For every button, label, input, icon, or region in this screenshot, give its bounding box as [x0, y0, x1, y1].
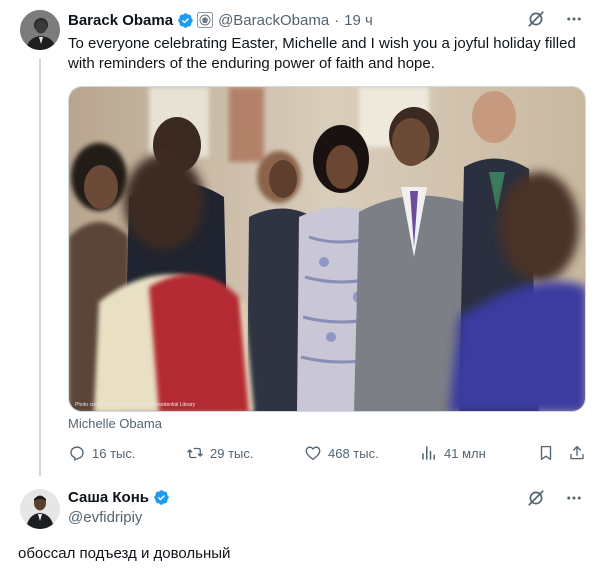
tweet-header-actions — [527, 10, 583, 28]
tweet-photo[interactable]: Photo credit: Pete Souza / Obama Preside… — [68, 86, 586, 412]
more-icon[interactable] — [565, 489, 583, 512]
repost-count: 29 тыс. — [210, 445, 254, 461]
reply-header: Саша Конь — [68, 489, 170, 506]
like-icon — [304, 444, 328, 462]
more-icon[interactable] — [565, 10, 583, 28]
bookmark-icon — [537, 444, 561, 462]
reply-author-name[interactable]: Саша Конь — [68, 489, 149, 506]
like-count: 468 тыс. — [328, 445, 379, 461]
share-icon — [568, 444, 592, 462]
views-count: 41 млн — [444, 445, 486, 461]
grok-icon[interactable] — [527, 10, 545, 28]
author-avatar[interactable] — [20, 10, 60, 50]
tweet-header: Barack Obama @BarackObama · 19 ч — [68, 10, 373, 30]
verified-badge-icon — [177, 12, 194, 29]
author-name[interactable]: Barack Obama — [68, 12, 173, 29]
like-button[interactable]: 468 тыс. — [304, 444, 379, 462]
government-seal-icon — [197, 12, 214, 28]
verified-badge-icon — [153, 489, 170, 506]
reply-count: 16 тыс. — [92, 445, 136, 461]
reply-icon — [68, 444, 92, 462]
separator-dot: · — [334, 11, 340, 29]
repost-button[interactable]: 29 тыс. — [186, 444, 253, 462]
thread-connector-line — [39, 58, 41, 476]
media-caption[interactable]: Michelle Obama — [68, 416, 162, 431]
grok-icon[interactable] — [527, 489, 545, 512]
views-icon — [420, 444, 444, 462]
reply-author-avatar[interactable] — [20, 489, 60, 529]
reply-header-actions — [527, 489, 583, 512]
tweet-action-bar: 16 тыс. 29 тыс. 468 тыс. 41 млн — [68, 444, 586, 466]
tweet-text: To everyone celebrating Easter, Michelle… — [68, 35, 576, 72]
share-button[interactable] — [568, 444, 592, 462]
tweet-timestamp[interactable]: 19 ч — [344, 12, 373, 29]
bookmark-button[interactable] — [537, 444, 561, 462]
repost-icon — [186, 444, 210, 462]
reply-author-handle[interactable]: @evfidripiy — [68, 509, 142, 526]
photo-credit: Photo credit: Pete Souza / Obama Preside… — [75, 402, 196, 408]
reply-text: обоссал подъезд и довольный — [18, 545, 231, 562]
reply-button[interactable]: 16 тыс. — [68, 444, 135, 462]
views-button[interactable]: 41 млн — [420, 444, 486, 462]
author-handle[interactable]: @BarackObama — [218, 12, 329, 29]
